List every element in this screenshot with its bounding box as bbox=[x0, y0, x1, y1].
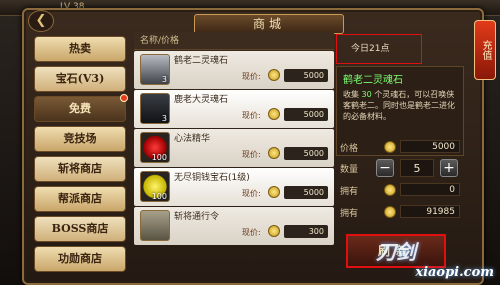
yellow-gem-icon: 100 bbox=[140, 171, 170, 202]
coin-icon bbox=[384, 141, 396, 153]
menu-item-merit-shop[interactable]: 功勋商店 bbox=[34, 246, 126, 272]
red-gem-icon: 100 bbox=[140, 132, 170, 163]
item-name: 斩将通行令 bbox=[174, 212, 220, 222]
price-label: 现价: bbox=[242, 228, 261, 237]
item-price: 300 bbox=[284, 225, 328, 238]
coin-icon bbox=[384, 184, 396, 196]
item-name: 无尽铜钱宝石(1级) bbox=[174, 173, 250, 183]
list-item[interactable]: 斩将通行令 现价: 300 bbox=[134, 207, 334, 245]
token-icon bbox=[140, 210, 170, 241]
price-label: 现价: bbox=[242, 72, 261, 81]
price-label: 现价: bbox=[242, 189, 261, 198]
item-price: 5000 bbox=[284, 108, 328, 121]
menu-item-arena[interactable]: 竞技场 bbox=[34, 126, 126, 152]
menu-item-boss-shop[interactable]: BOSS商店 bbox=[34, 216, 126, 242]
menu-item-gem[interactable]: 宝石(V3) bbox=[34, 66, 126, 92]
coin-icon bbox=[384, 206, 396, 218]
owned-label: 拥有 bbox=[340, 187, 359, 197]
char-portrait-icon: 3 bbox=[140, 54, 170, 85]
list-header: 名称/价格 bbox=[134, 32, 334, 50]
owned-gold-value: 91985 bbox=[400, 205, 460, 218]
item-name: 鹤老二灵魂石 bbox=[174, 56, 229, 66]
recharge-tab[interactable]: 充值 bbox=[474, 20, 496, 80]
refresh-time: 今日21点 bbox=[336, 34, 422, 64]
item-price: 5000 bbox=[284, 147, 328, 160]
price-label: 价格 bbox=[340, 144, 359, 154]
item-price: 5000 bbox=[284, 186, 328, 199]
quantity-stepper[interactable]: 5 bbox=[400, 159, 434, 177]
quantity-label: 数量 bbox=[340, 165, 359, 175]
menu-item-hot[interactable]: 热卖 bbox=[34, 36, 126, 62]
price-label: 现价: bbox=[242, 111, 261, 120]
char-portrait-icon: 3 bbox=[140, 93, 170, 124]
owned-value: 0 bbox=[400, 183, 460, 196]
owned-gold-label: 拥有 bbox=[340, 209, 359, 219]
quantity-decrease-button[interactable]: − bbox=[376, 159, 394, 177]
coin-icon bbox=[268, 147, 280, 159]
detail-item-name: 鹤老二灵魂石 bbox=[343, 75, 403, 86]
quantity-increase-button[interactable]: + bbox=[440, 159, 458, 177]
coin-icon bbox=[268, 69, 280, 81]
menu-item-guild-shop[interactable]: 帮派商店 bbox=[34, 186, 126, 212]
list-item[interactable]: 100 无尽铜钱宝石(1级) 现价: 5000 bbox=[134, 168, 334, 206]
list-item[interactable]: 3 鹤老二灵魂石 现价: 5000 bbox=[134, 51, 334, 89]
list-item[interactable]: 100 心法精华 现价: 5000 bbox=[134, 129, 334, 167]
window-title: 商城 bbox=[194, 14, 344, 34]
item-price: 5000 bbox=[284, 69, 328, 82]
coin-icon bbox=[268, 225, 280, 237]
notification-dot bbox=[120, 94, 128, 102]
coin-icon bbox=[268, 108, 280, 120]
menu-item-free[interactable]: 免费 bbox=[34, 94, 128, 122]
item-name: 鹿老大灵魂石 bbox=[174, 95, 229, 105]
watermark-logo: 刀剑 xiaopi.com bbox=[376, 240, 494, 280]
item-name: 心法精华 bbox=[174, 134, 211, 144]
list-item[interactable]: 3 鹿老大灵魂石 现价: 5000 bbox=[134, 90, 334, 128]
price-label: 现价: bbox=[242, 150, 261, 159]
detail-description: 收集 30 个灵魂石，可以召唤侠客鹤老二。同时也是鹤老二进化的必备材料。 bbox=[343, 90, 455, 121]
back-button[interactable]: ❮ bbox=[28, 10, 54, 32]
item-list: 名称/价格 3 鹤老二灵魂石 现价: 5000 3 鹿老大灵魂石 现价: 500… bbox=[134, 32, 334, 282]
coin-icon bbox=[268, 186, 280, 198]
category-menu: 热卖 宝石(V3) 免费 竞技场 斩将商店 帮派商店 BOSS商店 功勋商店 bbox=[34, 36, 128, 276]
menu-item-slayer-shop[interactable]: 斩将商店 bbox=[34, 156, 126, 182]
detail-price: 5000 bbox=[400, 140, 460, 153]
